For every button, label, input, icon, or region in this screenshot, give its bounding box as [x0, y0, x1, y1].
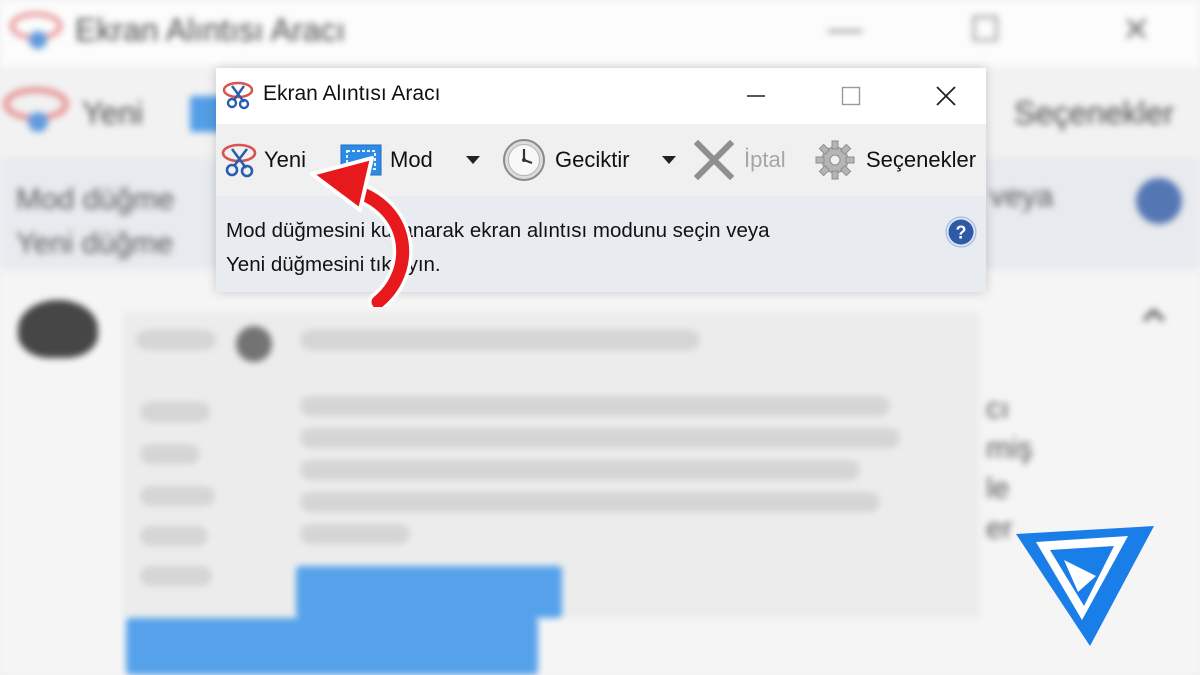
- gear-icon: [815, 140, 855, 180]
- triangle-down-icon: [466, 156, 480, 164]
- bg-line: [300, 524, 410, 544]
- bg-line: [140, 444, 200, 464]
- svg-text:?: ?: [956, 223, 967, 243]
- bg-right-text: er: [986, 512, 1013, 545]
- scissors-icon: [221, 143, 257, 178]
- new-button[interactable]: Yeni: [220, 124, 306, 196]
- bg-right-text: le: [986, 472, 1010, 505]
- bg-info-right: veya: [990, 180, 1054, 213]
- bg-line: [140, 566, 212, 586]
- bg-line: [300, 428, 900, 448]
- triangle-down-icon: [662, 156, 676, 164]
- bg-line: [140, 526, 208, 546]
- bg-info-text: Mod düğme Yeni düğme: [16, 183, 175, 260]
- help-icon[interactable]: ?: [945, 216, 977, 248]
- bg-right-text: cı: [986, 392, 1010, 425]
- options-button[interactable]: Seçenekler: [814, 124, 976, 196]
- bg-right-text: miş: [986, 432, 1033, 465]
- bg-avatar: [18, 300, 98, 358]
- bg-line: [300, 460, 860, 480]
- bg-minimize-icon: —: [828, 10, 862, 48]
- bg-line: [140, 486, 215, 506]
- minimize-button[interactable]: [731, 76, 781, 116]
- bg-scissors-icon: [10, 12, 62, 49]
- red-arrow-annotation: [310, 156, 413, 307]
- bg-new-label: Yeni: [82, 95, 144, 131]
- bg-new-scissors-icon: [3, 87, 69, 132]
- bg-line: [300, 396, 890, 416]
- bg-line: [300, 492, 880, 512]
- brand-logo: [1016, 526, 1154, 646]
- clock-icon: [503, 139, 545, 181]
- bg-line: [136, 330, 216, 350]
- x-cancel-icon: [694, 140, 734, 180]
- bg-maximize-icon: ☐: [970, 11, 1001, 49]
- delay-dropdown-button[interactable]: [658, 150, 680, 170]
- bg-blue-button: [296, 566, 562, 618]
- minimize-icon: [747, 95, 765, 97]
- title-bar[interactable]: Ekran Alıntısı Aracı: [216, 68, 986, 124]
- bg-blue-button: [126, 618, 538, 675]
- scissors-icon: [222, 81, 254, 110]
- options-button-label: Seçenekler: [866, 147, 977, 172]
- maximize-icon: [841, 86, 861, 106]
- delay-button[interactable]: Geciktir: [502, 124, 630, 196]
- bg-line: [300, 330, 700, 350]
- bg-panel-icon: [236, 326, 272, 362]
- bg-window-title: Ekran Alıntısı Aracı: [75, 12, 346, 48]
- cancel-button[interactable]: İptal: [694, 124, 786, 196]
- bg-chevron-up-icon: ⌃: [1132, 301, 1176, 359]
- bg-close-icon: ✕: [1122, 11, 1151, 49]
- delay-button-label: Geciktir: [555, 147, 630, 172]
- bg-line: [140, 402, 210, 422]
- close-button[interactable]: [921, 76, 971, 116]
- mode-dropdown-button[interactable]: [462, 150, 484, 170]
- cancel-button-label: İptal: [744, 147, 786, 172]
- window-title: Ekran Alıntısı Aracı: [263, 82, 441, 105]
- bg-help-icon: [1136, 178, 1182, 224]
- close-icon: [936, 86, 956, 106]
- maximize-button[interactable]: [826, 76, 876, 116]
- bg-options-label: Seçenekler: [1014, 95, 1175, 131]
